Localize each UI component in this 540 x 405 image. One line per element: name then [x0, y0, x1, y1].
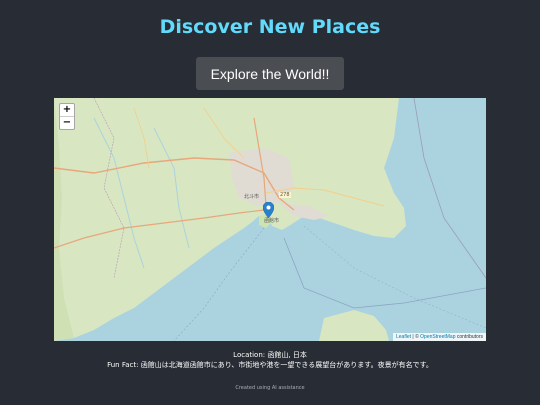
zoom-control: + −: [59, 103, 75, 130]
location-label: Location:: [233, 351, 266, 359]
explore-button[interactable]: Explore the World!!: [196, 57, 344, 90]
map-label-hakodate: 函館市: [264, 218, 280, 224]
attribution-separator: | ©: [411, 334, 421, 340]
zoom-in-button[interactable]: +: [60, 104, 74, 116]
place-info: Location: 函館山, 日本 Fun Fact: 函館山は北海道函館市にあ…: [0, 350, 540, 370]
fun-fact-line: Fun Fact: 函館山は北海道函館市にあり、市街地や港を一望できる展望台があ…: [0, 360, 540, 370]
map-label-hokuto: 北斗市: [244, 194, 260, 200]
leaflet-link[interactable]: Leaflet: [396, 334, 411, 340]
attribution-contributors: contributors: [455, 334, 483, 340]
page: Discover New Places Explore the World!!: [0, 0, 540, 405]
map-label-route: 278: [279, 192, 291, 198]
location-value: 函館山, 日本: [267, 351, 307, 359]
zoom-out-button[interactable]: −: [60, 116, 74, 129]
location-line: Location: 函館山, 日本: [0, 350, 540, 360]
fun-fact-label: Fun Fact:: [107, 361, 139, 369]
map-view[interactable]: 北斗市 函館市 278 + − Leaflet | © OpenStreetMa…: [54, 98, 486, 341]
osm-link[interactable]: OpenStreetMap: [420, 334, 455, 340]
footer-credit: Created using AI assistance: [235, 385, 305, 391]
map-attribution: Leaflet | © OpenStreetMap contributors: [393, 333, 486, 341]
fun-fact-value: 函館山は北海道函館市にあり、市街地や港を一望できる展望台があります。夜景が有名で…: [140, 361, 433, 369]
map-pin-icon[interactable]: [263, 202, 274, 218]
page-title: Discover New Places: [159, 16, 381, 38]
